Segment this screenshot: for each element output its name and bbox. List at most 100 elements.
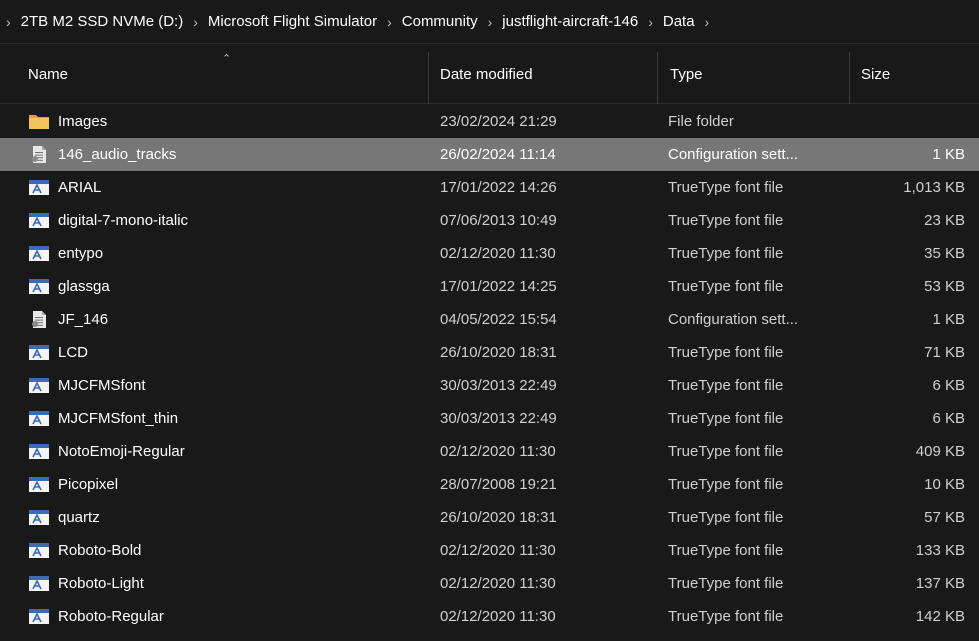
font-file-icon <box>29 279 49 294</box>
file-row[interactable]: entypo 02/12/2020 11:30 TrueType font file… <box>0 237 979 270</box>
chevron-right-icon[interactable]: › <box>478 14 503 30</box>
file-row[interactable]: quartz 26/10/2020 18:31 TrueType font file… <box>0 501 979 534</box>
file-name: digital-7-mono-italic <box>58 212 189 229</box>
file-type: Configuration sett... <box>668 311 799 328</box>
column-header: ⌃ Name Date modified Type Size <box>0 44 979 104</box>
file-name: glassga <box>58 278 110 295</box>
file-type: TrueType font file <box>668 344 784 361</box>
chevron-right-icon[interactable]: › <box>6 14 21 30</box>
file-row[interactable]: Picopixel 28/07/2008 19:21 TrueType font f… <box>0 468 979 501</box>
chevron-right-icon[interactable]: › <box>183 14 208 30</box>
file-date-modified: 02/12/2020 11:30 <box>440 575 556 592</box>
file-name: LCD <box>58 344 89 361</box>
breadcrumb-community[interactable]: Community <box>402 13 478 30</box>
file-row[interactable]: Roboto-Light 02/12/2020 11:30 TrueType fon… <box>0 567 979 600</box>
file-size: 133 KB <box>915 542 965 559</box>
column-header-size[interactable]: Size <box>861 44 971 104</box>
chevron-right-icon[interactable]: › <box>638 14 663 30</box>
file-date-modified: 07/06/2013 10:49 <box>440 212 557 229</box>
file-row[interactable]: ARIAL 17/01/2022 14:26 TrueType font file 1… <box>0 171 979 204</box>
file-type: TrueType font file <box>668 608 784 625</box>
file-date-modified: 28/07/2008 19:21 <box>440 476 557 493</box>
breadcrumb[interactable]: › 2TB M2 SSD NVMe (D:) › Microsoft Fligh… <box>0 0 979 44</box>
column-header-name[interactable]: Name <box>28 44 428 104</box>
file-name: JF_146 <box>58 311 109 328</box>
font-file-icon <box>29 609 49 624</box>
font-file-icon <box>29 576 49 591</box>
file-size: 142 KB <box>915 608 965 625</box>
file-row[interactable]: glassga 17/01/2022 14:25 TrueType font fil… <box>0 270 979 303</box>
column-header-date-label: Date modified <box>440 65 533 83</box>
breadcrumb-data[interactable]: Data <box>663 13 695 30</box>
breadcrumb-flight-simulator[interactable]: Microsoft Flight Simulator <box>208 13 377 30</box>
file-row[interactable]: JF_146 04/05/2022 15:54 Configuration sett… <box>0 303 979 336</box>
file-type: TrueType font file <box>668 575 784 592</box>
file-size: 6 KB <box>932 377 965 394</box>
font-file-icon <box>29 444 49 459</box>
config-file-icon <box>32 146 46 163</box>
breadcrumb-drive[interactable]: 2TB M2 SSD NVMe (D:) <box>21 13 184 30</box>
column-header-date[interactable]: Date modified <box>440 44 658 104</box>
file-size: 23 KB <box>924 212 965 229</box>
file-type: TrueType font file <box>668 443 784 460</box>
file-size: 409 KB <box>915 443 965 460</box>
file-date-modified: 17/01/2022 14:26 <box>440 179 557 196</box>
file-type: TrueType font file <box>668 212 784 229</box>
file-name: quartz <box>58 509 100 526</box>
column-divider[interactable] <box>428 52 429 104</box>
chevron-right-icon[interactable]: › <box>377 14 402 30</box>
file-date-modified: 02/12/2020 11:30 <box>440 542 556 559</box>
file-row[interactable]: Roboto-Regular 02/12/2020 11:30 TrueType f… <box>0 600 979 633</box>
file-row[interactable]: Roboto-Bold 02/12/2020 11:30 TrueType font… <box>0 534 979 567</box>
file-size: 1,013 KB <box>903 179 965 196</box>
file-type: Configuration sett... <box>668 146 799 163</box>
font-file-icon <box>29 246 49 261</box>
file-row[interactable]: 146_audio_tracks 26/02/2024 11:14 Configur… <box>0 138 979 171</box>
file-type: TrueType font file <box>668 542 784 559</box>
file-name: ARIAL <box>58 179 102 196</box>
column-header-type[interactable]: Type <box>670 44 850 104</box>
file-type: TrueType font file <box>668 476 784 493</box>
file-name: Roboto-Regular <box>58 608 164 625</box>
breadcrumb-aircraft[interactable]: justflight-aircraft-146 <box>502 13 638 30</box>
file-date-modified: 02/12/2020 11:30 <box>440 608 556 625</box>
file-type: TrueType font file <box>668 377 784 394</box>
file-size: 1 KB <box>932 311 965 328</box>
file-date-modified: 30/03/2013 22:49 <box>440 377 557 394</box>
font-file-icon <box>29 543 49 558</box>
file-row[interactable]: digital-7-mono-italic 07/06/2013 10:49 Tru… <box>0 204 979 237</box>
column-header-type-label: Type <box>670 65 703 83</box>
file-size: 53 KB <box>924 278 965 295</box>
file-date-modified: 17/01/2022 14:25 <box>440 278 557 295</box>
column-divider[interactable] <box>657 52 658 104</box>
column-divider[interactable] <box>849 52 850 104</box>
font-file-icon <box>29 510 49 525</box>
file-name: entypo <box>58 245 104 262</box>
folder-icon <box>29 115 49 129</box>
file-name: Images <box>58 113 108 130</box>
file-name: MJCFMSfont <box>58 377 146 394</box>
file-name: Roboto-Bold <box>58 542 142 559</box>
chevron-right-icon[interactable]: › <box>695 14 720 30</box>
file-size: 35 KB <box>924 245 965 262</box>
font-file-icon <box>29 345 49 360</box>
file-row[interactable]: LCD 26/10/2020 18:31 TrueType font file 71 … <box>0 336 979 369</box>
file-row[interactable]: NotoEmoji-Regular 02/12/2020 11:30 TrueTyp… <box>0 435 979 468</box>
file-type: TrueType font file <box>668 179 784 196</box>
file-row[interactable]: MJCFMSfont_thin 30/03/2013 22:49 TrueType … <box>0 402 979 435</box>
font-file-icon <box>29 477 49 492</box>
file-name: NotoEmoji-Regular <box>58 443 185 460</box>
font-file-icon <box>29 213 49 228</box>
file-size: 57 KB <box>924 509 965 526</box>
file-row[interactable]: Images 23/02/2024 21:29 File folder <box>0 105 979 138</box>
file-type: TrueType font file <box>668 410 784 427</box>
file-date-modified: 30/03/2013 22:49 <box>440 410 557 427</box>
file-name: Picopixel <box>58 476 119 493</box>
file-row[interactable]: MJCFMSfont 30/03/2013 22:49 TrueType font … <box>0 369 979 402</box>
file-list: Images 23/02/2024 21:29 File folder 146_aud… <box>0 105 979 633</box>
file-type: TrueType font file <box>668 509 784 526</box>
file-name: 146_audio_tracks <box>58 146 177 163</box>
font-file-icon <box>29 411 49 426</box>
file-name: Roboto-Light <box>58 575 144 592</box>
font-file-icon <box>29 378 49 393</box>
